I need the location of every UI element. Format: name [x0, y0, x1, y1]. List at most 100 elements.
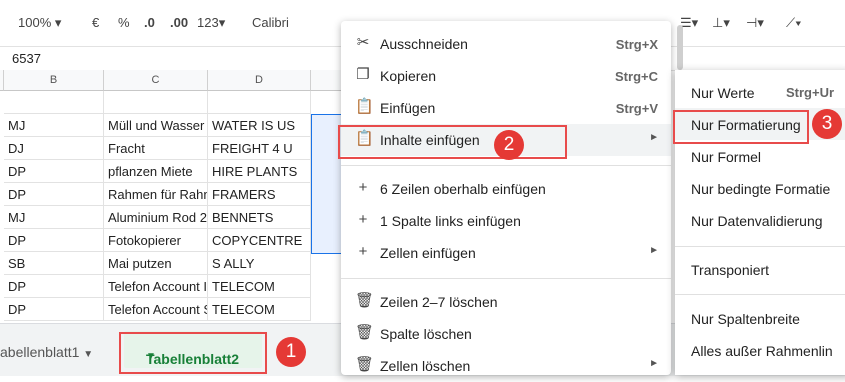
scissors-icon: ✂: [356, 34, 370, 51]
chevron-down-icon: ▾: [218, 15, 226, 30]
plus-icon: +: [358, 179, 368, 196]
submenu-item-values-only[interactable]: Nur Werte Strg+Ur: [691, 85, 834, 101]
menu-item-delete-column[interactable]: 🗑 Spalte löschen: [341, 318, 671, 350]
grid-cell[interactable]: BENNETS: [208, 206, 311, 229]
menu-scrollbar[interactable]: [677, 25, 683, 70]
more-formats-button[interactable]: 123▾: [197, 15, 225, 31]
grid-cell[interactable]: TELECOM: [208, 298, 311, 321]
menu-item-label: Zeilen 2–7 löschen: [380, 294, 498, 310]
menu-shortcut: Strg+Ur: [786, 85, 835, 100]
grid-cell[interactable]: pflanzen Miete: [104, 160, 208, 183]
column-header-c[interactable]: C: [104, 70, 208, 91]
step-badge-3: 3: [812, 109, 842, 139]
trash-icon: 🗑: [355, 356, 375, 373]
grid-cell[interactable]: Fotokopierer: [104, 229, 208, 252]
grid-cell[interactable]: TELECOM: [208, 275, 311, 298]
submenu-item-conditional-format[interactable]: Nur bedingte Formatie: [691, 181, 830, 197]
grid-cell[interactable]: DP: [4, 229, 104, 252]
step-badge-1: 1: [276, 337, 306, 367]
copy-icon: ❐: [356, 66, 370, 83]
highlight-box-format-only: [673, 110, 809, 144]
grid-cell[interactable]: WATER IS US: [208, 114, 311, 137]
menu-divider: [675, 246, 845, 247]
grid-cell[interactable]: Mai putzen: [104, 252, 208, 275]
grid-cell[interactable]: DP: [4, 183, 104, 206]
menu-divider: [675, 294, 845, 295]
menu-item-delete-rows[interactable]: 🗑 Zeilen 2–7 löschen: [341, 286, 671, 318]
submenu-item-all-except-borders[interactable]: Alles außer Rahmenlin: [691, 343, 833, 359]
chevron-down-icon: ▾: [54, 15, 62, 30]
column-header-d[interactable]: D: [208, 70, 311, 91]
grid-cell[interactable]: Fracht: [104, 137, 208, 160]
zoom-value: 100%: [18, 15, 52, 30]
column-header-b[interactable]: B: [4, 70, 104, 91]
grid-cell[interactable]: [208, 91, 311, 114]
menu-shortcut: Strg+V: [615, 101, 658, 116]
grid-cell[interactable]: Rahmen für Rahm: [104, 183, 208, 206]
grid-cell[interactable]: MJ: [4, 114, 104, 137]
menu-item-insert-rows[interactable]: + 6 Zeilen oberhalb einfügen: [341, 173, 671, 205]
menu-item-label: 6 Zeilen oberhalb einfügen: [380, 181, 546, 197]
more-formats-label: 123: [197, 15, 219, 30]
grid-cell[interactable]: S ALLY: [208, 252, 311, 275]
menu-item-label: Einfügen: [380, 100, 436, 116]
context-menu: ✂ Ausschneiden Strg+X ❐ Kopieren Strg+C …: [341, 21, 671, 375]
grid-cell[interactable]: DP: [4, 275, 104, 298]
menu-item-label: Spalte löschen: [380, 326, 472, 342]
menu-shortcut: Strg+X: [615, 37, 658, 52]
highlight-box-tab: [119, 332, 267, 374]
grid-cell[interactable]: Telefon Account I: [104, 275, 208, 298]
grid-cell[interactable]: Aluminium Rod 2: [104, 206, 208, 229]
submenu-item-transpose[interactable]: Transponiert: [691, 262, 769, 278]
percent-button[interactable]: %: [118, 15, 130, 30]
menu-item-paste[interactable]: 📋 Einfügen Strg+V: [341, 92, 671, 124]
grid-cell[interactable]: DP: [4, 298, 104, 321]
grid-cell[interactable]: HIRE PLANTS: [208, 160, 311, 183]
menu-item-insert-cells[interactable]: + Zellen einfügen ►: [341, 237, 671, 269]
grid-cell[interactable]: FRAMERS: [208, 183, 311, 206]
grid-cell[interactable]: [4, 91, 104, 114]
rotate-icon[interactable]: ⟋▾: [786, 15, 801, 31]
menu-divider: [341, 278, 671, 279]
menu-item-label: Ausschneiden: [380, 36, 468, 52]
menu-item-label: Zellen einfügen: [380, 245, 476, 261]
grid-cell[interactable]: MJ: [4, 206, 104, 229]
grid-cell[interactable]: DP: [4, 160, 104, 183]
trash-icon: 🗑: [355, 324, 375, 341]
zoom-select[interactable]: 100% ▾: [18, 15, 61, 31]
submenu-item-formula-only[interactable]: Nur Formel: [691, 149, 761, 165]
grid-cell[interactable]: Telefon Account S: [104, 298, 208, 321]
sheet-tab-1[interactable]: abellenblatt1 ▼: [0, 344, 93, 360]
increase-decimal-button[interactable]: .00: [170, 15, 188, 30]
step-badge-2: 2: [494, 130, 524, 160]
grid-cell[interactable]: [104, 91, 208, 114]
sheet-tab-1-label: abellenblatt1: [0, 344, 80, 360]
menu-divider: [341, 165, 671, 166]
grid-cell[interactable]: Müll und Wasser: [104, 114, 208, 137]
menu-item-label: 1 Spalte links einfügen: [380, 213, 521, 229]
grid-cell[interactable]: DJ: [4, 137, 104, 160]
chevron-down-icon: ▼: [83, 349, 94, 360]
grid-cell[interactable]: COPYCENTRE: [208, 229, 311, 252]
grid-cell[interactable]: SB: [4, 252, 104, 275]
submenu-item-column-width[interactable]: Nur Spaltenbreite: [691, 311, 800, 327]
menu-shortcut: Strg+C: [615, 69, 658, 84]
menu-item-cut[interactable]: ✂ Ausschneiden Strg+X: [341, 28, 671, 60]
menu-item-delete-cells[interactable]: 🗑 Zellen löschen ►: [341, 350, 671, 382]
menu-item-label: Kopieren: [380, 68, 437, 84]
font-select[interactable]: Calibri: [252, 15, 289, 30]
menu-item-insert-column[interactable]: + 1 Spalte links einfügen: [341, 205, 671, 237]
menu-item-label: Zellen löschen: [380, 358, 471, 374]
valign-icon[interactable]: ⊥▾: [712, 15, 730, 31]
currency-button[interactable]: €: [92, 15, 99, 30]
formula-value: 6537: [12, 51, 41, 66]
highlight-box-paste-special: [338, 125, 567, 159]
submenu-arrow-icon: ►: [649, 245, 659, 256]
submenu-arrow-icon: ►: [649, 132, 659, 143]
submenu-item-data-validation[interactable]: Nur Datenvalidierung: [691, 213, 823, 229]
wrap-icon[interactable]: ⊣▾: [746, 15, 764, 31]
grid-cell[interactable]: FREIGHT 4 U: [208, 137, 311, 160]
trash-icon: 🗑: [355, 292, 375, 309]
decrease-decimal-button[interactable]: .0: [144, 15, 155, 30]
menu-item-copy[interactable]: ❐ Kopieren Strg+C: [341, 60, 671, 92]
